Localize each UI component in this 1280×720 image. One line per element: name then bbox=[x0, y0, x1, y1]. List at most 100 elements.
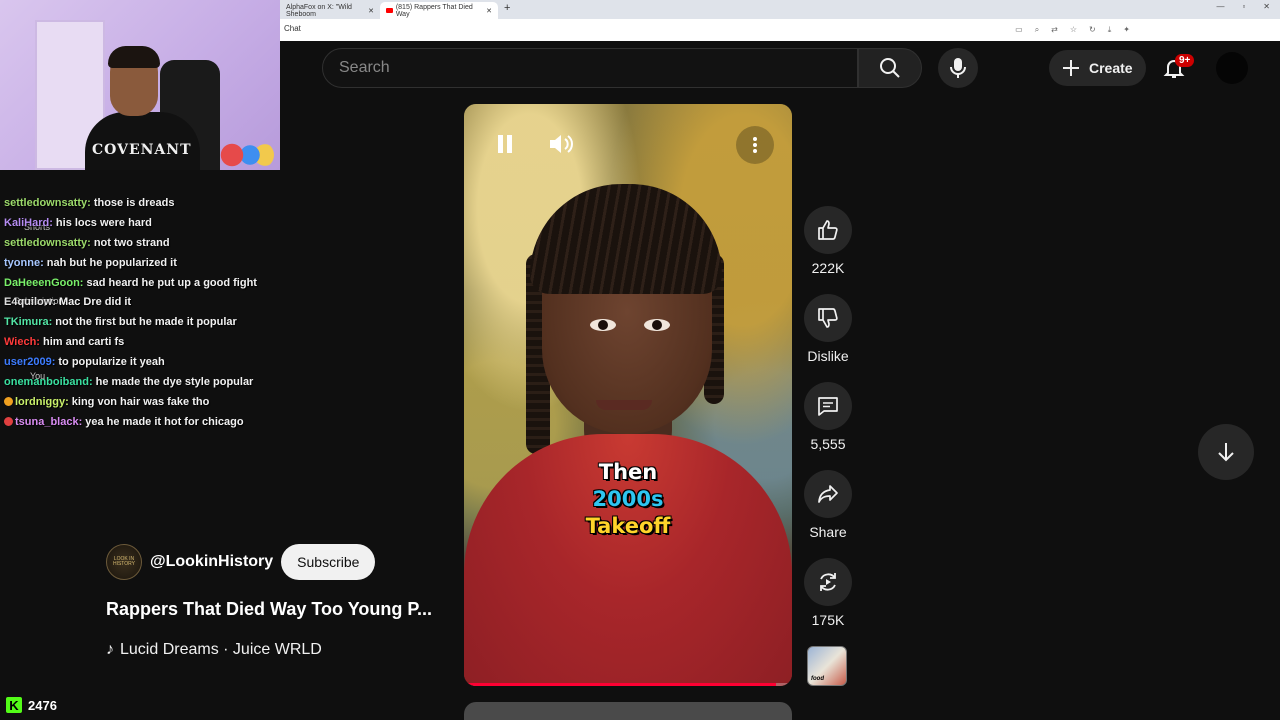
account-avatar[interactable] bbox=[1216, 52, 1248, 84]
search-icon bbox=[880, 58, 900, 78]
chat-username[interactable]: DaHeeenGoon bbox=[4, 277, 80, 289]
kick-logo-icon: K bbox=[6, 697, 22, 713]
chat-text: Mac Dre did it bbox=[58, 296, 132, 309]
chat-separator: : bbox=[65, 395, 69, 408]
maximize-icon[interactable]: ▫ bbox=[1242, 2, 1245, 11]
shorts-video-player[interactable]: Then 2000s Takeoff bbox=[464, 104, 792, 686]
chat-message: settledownsatty: those is dreads bbox=[4, 193, 276, 213]
video-title[interactable]: Rappers That Died Way Too Young P... bbox=[106, 599, 451, 620]
like-action: 222K bbox=[800, 206, 856, 276]
chat-text: yea he made it hot for chicago bbox=[85, 415, 244, 428]
close-window-icon[interactable]: ✕ bbox=[1263, 2, 1270, 11]
search-input[interactable] bbox=[339, 59, 857, 77]
like-button[interactable] bbox=[804, 206, 852, 254]
chat-username[interactable]: tsuna_black bbox=[15, 416, 79, 428]
next-video-button[interactable] bbox=[1198, 424, 1254, 480]
thumbnail-text: food bbox=[811, 676, 824, 682]
more-options-button[interactable] bbox=[736, 126, 774, 164]
music-label: Lucid Dreams · Juice WRLD bbox=[120, 641, 322, 658]
zoom-icon[interactable]: ⌕ bbox=[1035, 25, 1039, 35]
thumbs-down-icon bbox=[818, 308, 838, 328]
video-progress-bar[interactable] bbox=[464, 683, 792, 686]
next-short-preview[interactable] bbox=[464, 702, 792, 720]
browser-tab-active[interactable]: (815) Rappers That Died Way ✕ bbox=[380, 2, 498, 19]
chat-message: Wiech: him and carti fs bbox=[4, 332, 276, 352]
remix-button[interactable] bbox=[804, 558, 852, 606]
chat-message: tyonne: nah but he popularized it bbox=[4, 253, 276, 273]
share-button[interactable] bbox=[804, 470, 852, 518]
chat-button[interactable]: Chat bbox=[284, 24, 556, 33]
chat-text: sad heard he put up a good fight bbox=[86, 276, 257, 289]
chat-separator: : bbox=[79, 276, 84, 289]
share-icon bbox=[818, 485, 838, 503]
chat-username[interactable]: settledownsatty bbox=[4, 237, 87, 249]
chat-separator: : bbox=[78, 415, 83, 428]
audio-source-thumbnail[interactable]: food bbox=[807, 646, 847, 686]
video-progress-fill bbox=[464, 683, 776, 686]
channel-name[interactable]: @LookinHistory bbox=[150, 553, 273, 571]
download-icon[interactable]: ⤓ bbox=[1108, 25, 1112, 35]
chat-username[interactable]: onemanboiband bbox=[4, 376, 89, 388]
video-caption-line: 2000s bbox=[592, 487, 664, 512]
bookmark-star-icon[interactable]: ☆ bbox=[1070, 25, 1077, 35]
chat-username[interactable]: E4quilow bbox=[4, 296, 52, 308]
chat-username[interactable]: settledownsatty bbox=[4, 197, 87, 209]
like-count: 222K bbox=[811, 260, 845, 276]
chat-separator: : bbox=[36, 336, 40, 349]
close-icon[interactable]: ✕ bbox=[368, 7, 374, 15]
chat-username[interactable]: lordniggy bbox=[15, 396, 65, 408]
refresh-icon[interactable]: ↻ bbox=[1089, 25, 1096, 35]
viewer-count: 2476 bbox=[28, 697, 57, 713]
chat-text: him and carti fs bbox=[42, 336, 125, 349]
create-label: Create bbox=[1089, 60, 1133, 76]
chat-username[interactable]: TKimura bbox=[4, 316, 49, 328]
channel-row: LOOK IN HISTORY @LookinHistory Subscribe bbox=[106, 544, 376, 580]
chat-message: TKimura: not the first but he made it pop… bbox=[4, 312, 276, 332]
webcam-plush-toy bbox=[214, 142, 274, 168]
create-button[interactable]: Create bbox=[1049, 50, 1146, 86]
subscribe-button[interactable]: Subscribe bbox=[281, 544, 376, 580]
dislike-button[interactable] bbox=[804, 294, 852, 342]
minimize-icon[interactable]: — bbox=[1216, 2, 1224, 11]
comment-count: 5,555 bbox=[810, 436, 846, 452]
chat-text: to popularize it yeah bbox=[58, 356, 165, 369]
dislike-label: Dislike bbox=[807, 348, 849, 364]
voice-search-button[interactable] bbox=[938, 48, 978, 88]
search-button[interactable] bbox=[858, 48, 922, 88]
new-tab-button[interactable]: + bbox=[504, 2, 510, 14]
chat-username[interactable]: tyonne bbox=[4, 257, 40, 269]
pause-icon[interactable] bbox=[495, 134, 515, 154]
chat-text: not two strand bbox=[93, 236, 170, 249]
cast-icon[interactable]: ▭ bbox=[1015, 25, 1023, 35]
window-controls: — ▫ ✕ bbox=[1216, 2, 1270, 11]
chat-message: tsuna_black: yea he made it hot for chica… bbox=[4, 412, 276, 432]
browser-tab[interactable]: AlphaFox on X: "Wild Sheboom ✕ bbox=[280, 2, 380, 19]
youtube-favicon-icon bbox=[386, 8, 393, 13]
extension-icon[interactable]: ✦ bbox=[1123, 25, 1130, 35]
notification-badge: 9+ bbox=[1175, 54, 1195, 67]
chat-badge-icon bbox=[4, 397, 13, 407]
chat-username[interactable]: KaliHard bbox=[4, 217, 49, 229]
chat-text: nah but he popularized it bbox=[46, 256, 177, 269]
viewer-counter: K 2476 bbox=[6, 697, 57, 713]
video-caption-line: Takeoff bbox=[585, 514, 671, 539]
microphone-icon bbox=[950, 58, 966, 78]
chat-separator: : bbox=[40, 256, 44, 269]
browser-tabstrip: AlphaFox on X: "Wild Sheboom ✕ (815) Rap… bbox=[280, 0, 1280, 19]
webcam-shirt-text: COVENANT bbox=[92, 142, 192, 158]
translate-icon[interactable]: ⇄ bbox=[1051, 25, 1058, 35]
chat-text: his locs were hard bbox=[55, 216, 152, 229]
chat-username[interactable]: Wiech bbox=[4, 336, 36, 348]
stream-chat: settledownsatty: those is dreads KaliHard:… bbox=[4, 193, 276, 432]
close-icon[interactable]: ✕ bbox=[486, 7, 492, 15]
music-link[interactable]: ♪ Lucid Dreams · Juice WRLD bbox=[106, 641, 322, 659]
channel-avatar[interactable]: LOOK IN HISTORY bbox=[106, 544, 142, 580]
search-box bbox=[322, 48, 858, 88]
chat-username[interactable]: user2009 bbox=[4, 356, 52, 368]
remix-icon bbox=[820, 573, 836, 591]
thumbs-up-icon bbox=[818, 220, 838, 240]
plus-icon bbox=[1063, 60, 1079, 76]
volume-icon[interactable] bbox=[548, 132, 574, 156]
comments-button[interactable] bbox=[804, 382, 852, 430]
webcam-overlay: COVENANT bbox=[0, 0, 280, 170]
